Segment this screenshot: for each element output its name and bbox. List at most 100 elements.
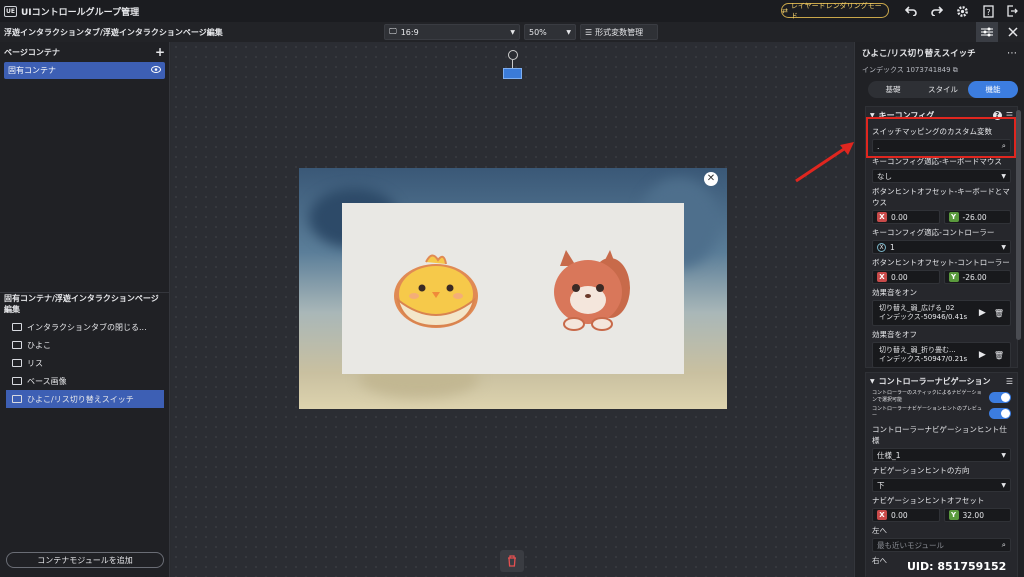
- editor-toolbar: 浮遊インタラクションタブ/浮遊インタラクションページ編集 🖵 16:9 ▼ 50…: [0, 22, 1024, 42]
- sound-on-field[interactable]: 切り替え_弱_広げる_02 インデックス-50946/0.41s ▶ 🗑: [872, 300, 1011, 326]
- controller-x-icon: X: [877, 242, 886, 252]
- chevron-down-icon: ▼: [1001, 451, 1006, 459]
- chevron-down-icon: ▼: [1001, 481, 1006, 489]
- redo-icon[interactable]: [929, 3, 945, 19]
- exit-icon[interactable]: [1004, 3, 1020, 19]
- tab-style[interactable]: スタイル: [918, 81, 968, 98]
- tree-item-selected[interactable]: ひよこ/リス切り替えスイッチ: [6, 390, 164, 408]
- app-title: UIコントロールグループ管理: [21, 7, 140, 18]
- chevron-down-icon: ▼: [1001, 172, 1006, 180]
- image-icon: [12, 359, 22, 367]
- module-tree: インタラクションタブの閉じる... ひよこ リス ベース画像 ひよこ/リス切り替…: [6, 318, 164, 408]
- tree-item[interactable]: ベース画像: [6, 372, 164, 390]
- play-icon[interactable]: ▶: [979, 308, 986, 318]
- nav-offset-x[interactable]: X 0.00: [872, 508, 940, 522]
- tree-item[interactable]: インタラクションタブの閉じる...: [6, 318, 164, 336]
- component-title: ひよこ/リス切り替えスイッチ: [862, 49, 976, 59]
- stick-nav-toggle[interactable]: [989, 391, 1011, 403]
- close-icon[interactable]: [1005, 24, 1021, 40]
- chick-image[interactable]: [388, 250, 484, 330]
- image-icon: [12, 323, 22, 331]
- undo-icon[interactable]: [903, 3, 919, 19]
- search-icon[interactable]: ⌕: [1002, 540, 1006, 550]
- trash-icon[interactable]: 🗑: [994, 351, 1004, 360]
- app-icon: UE: [4, 5, 17, 17]
- chevron-down-icon: ▼: [1001, 243, 1006, 251]
- play-icon[interactable]: ▶: [979, 350, 986, 360]
- tab-function[interactable]: 機能: [968, 81, 1018, 98]
- swap-icon: ⇄: [782, 6, 788, 15]
- sliders-icon: [981, 27, 993, 37]
- copy-icon[interactable]: ⧉: [953, 66, 958, 74]
- red-arrow-icon: [795, 142, 854, 183]
- nav-offset-y[interactable]: Y 32.00: [943, 508, 1011, 522]
- menu-icon[interactable]: ☰: [1006, 377, 1013, 386]
- svg-text:?: ?: [986, 8, 990, 17]
- kbm-offset-y[interactable]: Y -26.00: [943, 210, 1011, 224]
- scrollbar[interactable]: [1016, 110, 1021, 340]
- pivot-icon[interactable]: [508, 50, 518, 60]
- property-tabs: 基礎 スタイル 機能: [868, 81, 1018, 98]
- gear-icon[interactable]: [954, 3, 970, 19]
- ctrl-select[interactable]: X 1 ▼: [872, 240, 1011, 254]
- fixed-container-item[interactable]: 固有コンテナ: [4, 62, 165, 79]
- help-book-icon[interactable]: ?: [980, 3, 996, 19]
- ctrl-label: キーコンフィグ適応-コントローラー: [872, 228, 995, 237]
- kbm-select[interactable]: なし ▼: [872, 169, 1011, 183]
- uid-watermark: UID: 851759152: [907, 560, 1007, 573]
- left-target-input[interactable]: 最も近いモジュール ⌕: [872, 538, 1011, 552]
- trash-icon: [508, 555, 516, 567]
- eye-icon[interactable]: [151, 66, 161, 75]
- sound-off-field[interactable]: 切り替え_弱_折り畳む... インデックス-50947/0.21s ▶ 🗑: [872, 342, 1011, 368]
- dir-label: ナビゲーションヒントの方向: [872, 466, 970, 475]
- chevron-down-icon: ▼: [566, 28, 571, 36]
- monitor-icon: 🖵: [389, 27, 397, 36]
- highlight-box: [866, 117, 1016, 158]
- tree-item[interactable]: リス: [6, 354, 164, 372]
- squirrel-image[interactable]: [544, 246, 634, 334]
- breadcrumb: 浮遊インタラクションタブ/浮遊インタラクションページ編集: [4, 27, 223, 37]
- nav-offset-label: ナビゲーションヒントオフセット: [872, 496, 985, 505]
- image-icon: [12, 341, 22, 349]
- stick-nav-row: コントローラーのスティックによるナビゲーションで選択可能: [866, 389, 1017, 405]
- page-container-header: ページコンテナ +: [4, 45, 165, 59]
- controller-nav-group: ▼ コントローラーナビゲーション ☰ コントローラーのスティックによるナビゲーシ…: [865, 372, 1018, 577]
- tree-header: 固有コンテナ/浮遊インタラクションページ編集: [4, 294, 159, 314]
- add-module-button[interactable]: コンテナモジュールを追加: [6, 552, 164, 568]
- component-index: インデックス 1073741849 ⧉: [862, 66, 958, 74]
- sound-off-label: 効果音をオフ: [872, 330, 917, 339]
- sound-on-label: 効果音をオン: [872, 288, 917, 297]
- aspect-select[interactable]: 🖵 16:9 ▼: [384, 24, 520, 40]
- left-panel: ページコンテナ + 固有コンテナ 固有コンテナ/浮遊インタラクションページ編集 …: [0, 42, 170, 577]
- title-bar: UE UIコントロールグループ管理 ⇄ レイヤードレンダリングモード ?: [0, 0, 1024, 22]
- kbm-offset-x[interactable]: X 0.00: [872, 210, 940, 224]
- close-button[interactable]: ✕: [704, 172, 718, 186]
- chevron-down-icon: ▼: [510, 28, 515, 36]
- left-label: 左へ: [872, 526, 887, 535]
- add-icon[interactable]: +: [155, 45, 165, 59]
- tab-basic[interactable]: 基礎: [868, 81, 918, 98]
- more-icon[interactable]: ⋯: [1007, 48, 1017, 59]
- delete-button[interactable]: [500, 550, 524, 572]
- spec-label: コントローラーナビゲーションヒント仕様: [872, 425, 1007, 445]
- trash-icon[interactable]: 🗑: [994, 309, 1004, 318]
- spec-select[interactable]: 仕様_1 ▼: [872, 448, 1011, 462]
- layered-rendering-button[interactable]: ⇄ レイヤードレンダリングモード: [781, 2, 889, 20]
- ctrl-offset-x[interactable]: X 0.00: [872, 270, 940, 284]
- kbm-offset-label: ボタンヒントオフセット-キーボードとマウス: [872, 187, 1010, 207]
- anchor-handle[interactable]: [503, 68, 522, 79]
- controller-nav-header[interactable]: ▼ コントローラーナビゲーション ☰: [866, 373, 1017, 389]
- image-icon: [12, 377, 22, 385]
- hint-preview-row: コントローラーナビゲーションヒントのプレビュー: [866, 405, 1017, 421]
- hint-preview-toggle[interactable]: [989, 407, 1011, 419]
- list-icon: ☰: [585, 27, 593, 37]
- format-vars-button[interactable]: ☰ 形式変数管理: [580, 24, 658, 40]
- tree-item[interactable]: ひよこ: [6, 336, 164, 354]
- properties-tab[interactable]: [976, 22, 998, 42]
- collapse-icon: ▼: [870, 377, 875, 385]
- ctrl-offset-y[interactable]: Y -26.00: [943, 270, 1011, 284]
- zoom-select[interactable]: 50% ▼: [524, 24, 576, 40]
- dir-select[interactable]: 下 ▼: [872, 478, 1011, 492]
- switch-icon: [12, 395, 22, 403]
- ctrl-offset-label: ボタンヒントオフセット-コントローラー: [872, 258, 1010, 267]
